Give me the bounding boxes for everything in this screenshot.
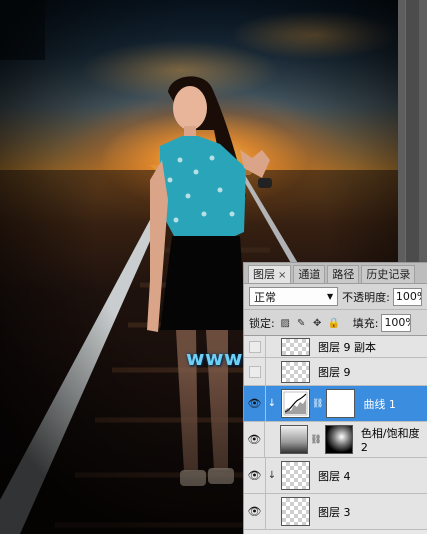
layer-row[interactable]: 👁 ↓ 图层 4 xyxy=(244,458,427,494)
visibility-toggle[interactable]: 👁 xyxy=(244,494,266,529)
opacity-input[interactable]: 100% xyxy=(392,287,422,306)
layer-name: 图层 9 副本 xyxy=(318,340,376,354)
layer-thumbnail xyxy=(281,337,310,356)
canvas-side-strip xyxy=(398,0,427,262)
layer-thumbnail xyxy=(281,497,310,526)
visibility-toggle[interactable]: 👁 xyxy=(244,458,266,493)
layer-thumbnail xyxy=(281,461,310,490)
tab-layers-label: 图层 xyxy=(253,268,275,281)
visibility-toggle[interactable]: 👁 xyxy=(244,422,266,457)
link-icon[interactable]: ⛓ xyxy=(310,435,321,445)
layer-row[interactable]: 图层 9 副本 xyxy=(244,336,427,358)
eye-icon: 👁 xyxy=(247,469,262,482)
layer-name: 图层 3 xyxy=(318,505,351,519)
blend-opacity-row: 正常 ▼ 不透明度: 100% xyxy=(244,284,427,310)
layer-row[interactable]: 👁 ⛓ 色相/饱和度 2 xyxy=(244,422,427,458)
eye-icon: 👁 xyxy=(247,397,262,410)
visibility-toggle[interactable]: 👁 xyxy=(244,386,266,421)
fill-label: 填充: xyxy=(352,317,379,330)
layer-mask-thumbnail[interactable] xyxy=(326,389,356,418)
layer-name: 色相/饱和度 2 xyxy=(360,427,420,454)
tab-history[interactable]: 历史记录 xyxy=(361,265,416,283)
fill-input[interactable]: 100% xyxy=(381,314,412,332)
layers-list: 图层 9 副本 图层 9 👁 ↓ ⛓ 曲线 1 👁 ⛓ 色相/饱和度 2 👁 ↓… xyxy=(244,335,427,534)
layer-name: 图层 4 xyxy=(318,469,351,483)
layers-panel: 图层× 通道 路径 历史记录 正常 ▼ 不透明度: 100% 锁定: ▨ ✎ ✥… xyxy=(243,262,427,534)
tab-channels[interactable]: 通道 xyxy=(293,265,326,283)
blend-mode-value: 正常 xyxy=(254,290,276,304)
vertical-scrollbar[interactable] xyxy=(405,0,419,262)
blend-mode-select[interactable]: 正常 ▼ xyxy=(249,287,339,306)
hue-saturation-thumbnail xyxy=(280,425,309,454)
tab-paths[interactable]: 路径 xyxy=(327,265,360,283)
lock-label: 锁定: xyxy=(249,317,275,330)
visibility-toggle[interactable] xyxy=(244,358,266,385)
lock-all-icon[interactable]: 🔒 xyxy=(328,318,340,329)
layer-row[interactable]: 图层 9 xyxy=(244,358,427,386)
panel-tabs: 图层 × 通道 路径 历史记录 xyxy=(244,263,427,284)
lock-transparent-icon[interactable]: ▨ xyxy=(280,318,291,329)
eye-icon: 👁 xyxy=(247,433,262,446)
curves-thumbnail xyxy=(281,389,310,418)
clipping-arrow-icon: ↓ xyxy=(267,470,277,481)
chevron-down-icon: ▼ xyxy=(327,292,334,301)
tab-layers[interactable]: 图层 × xyxy=(248,265,292,283)
lock-brush-icon[interactable]: ✎ xyxy=(296,318,307,329)
opacity-label: 不透明度: xyxy=(342,290,390,304)
lock-move-icon[interactable]: ✥ xyxy=(312,318,323,329)
close-icon[interactable]: × xyxy=(278,270,286,281)
layer-mask-thumbnail[interactable] xyxy=(324,425,353,454)
eye-icon: 👁 xyxy=(247,505,262,518)
visibility-toggle[interactable] xyxy=(244,336,266,357)
curves-icon xyxy=(283,391,308,416)
lock-fill-row: 锁定: ▨ ✎ ✥ 🔒 填充: 100% xyxy=(244,310,427,336)
layer-row-selected[interactable]: 👁 ↓ ⛓ 曲线 1 xyxy=(244,386,427,422)
layer-name: 图层 9 xyxy=(318,365,351,379)
clipping-arrow-icon: ↓ xyxy=(267,398,277,409)
link-icon[interactable]: ⛓ xyxy=(312,399,323,409)
layer-row[interactable]: 👁 图层 3 xyxy=(244,494,427,530)
layer-thumbnail xyxy=(281,360,310,383)
layer-name: 曲线 1 xyxy=(363,397,396,411)
